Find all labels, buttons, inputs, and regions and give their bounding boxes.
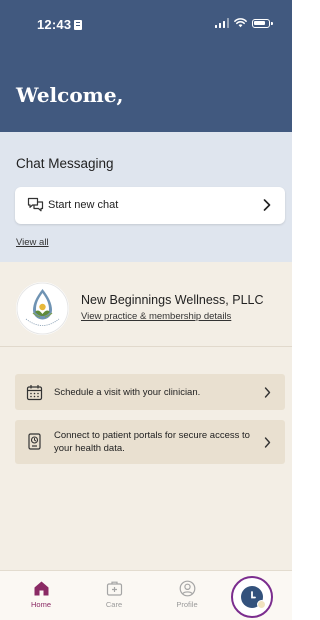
tab-care-label: Care — [105, 600, 123, 609]
welcome-heading: Welcome, — [16, 83, 124, 107]
tab-home-label: Home — [30, 600, 51, 609]
schedule-visit-card[interactable]: Schedule a visit with your clinician. — [15, 374, 285, 410]
status-icons — [214, 18, 273, 28]
chat-bubbles-icon — [27, 197, 44, 212]
care-icon — [106, 581, 122, 596]
secure-portal-icon — [28, 433, 41, 450]
profile-icon — [179, 580, 195, 597]
chevron-right-icon — [264, 437, 271, 448]
start-new-chat-label: Start new chat — [48, 199, 119, 211]
practice-logo — [16, 282, 69, 335]
status-time: 12:43 — [37, 17, 83, 32]
start-new-chat-button[interactable]: Start new chat — [15, 187, 285, 224]
connect-patient-portals-card[interactable]: Connect to patient portals for secure ac… — [15, 420, 285, 464]
tab-care[interactable]: Care — [92, 580, 136, 609]
status-time-text: 12:43 — [37, 17, 72, 32]
id-card-icon — [74, 20, 83, 30]
schedule-visit-text: Schedule a visit with your clinician. — [54, 387, 201, 398]
connect-portals-text: Connect to patient portals for secure ac… — [54, 430, 250, 454]
chat-section-title: Chat Messaging — [16, 156, 114, 171]
chevron-right-icon — [264, 387, 271, 398]
tab-profile-label: Profile — [176, 600, 198, 609]
wifi-icon — [234, 18, 247, 28]
header: 12:43 Welcome, — [0, 0, 292, 132]
chevron-right-icon — [263, 199, 271, 211]
tab-home[interactable]: Home — [19, 580, 63, 609]
view-practice-details-link[interactable]: View practice & membership details — [81, 311, 231, 322]
practice-name: New Beginnings Wellness, PLLC — [81, 293, 264, 307]
battery-icon — [252, 18, 273, 28]
calendar-icon — [26, 385, 43, 401]
app-screen: 12:43 Welcome, Chat Messaging Start new … — [0, 0, 292, 620]
signal-icon — [214, 18, 229, 28]
lotus-logo-icon — [16, 282, 69, 335]
home-icon — [34, 581, 48, 596]
assistant-avatar-button[interactable] — [231, 576, 273, 618]
chat-section: Chat Messaging Start new chat View all — [0, 132, 292, 262]
view-all-chats-link[interactable]: View all — [16, 237, 49, 248]
status-bar: 12:43 — [0, 0, 292, 44]
avatar-badge — [257, 600, 266, 609]
tab-profile[interactable]: Profile — [165, 580, 209, 609]
practice-section: New Beginnings Wellness, PLLC View pract… — [0, 262, 292, 347]
